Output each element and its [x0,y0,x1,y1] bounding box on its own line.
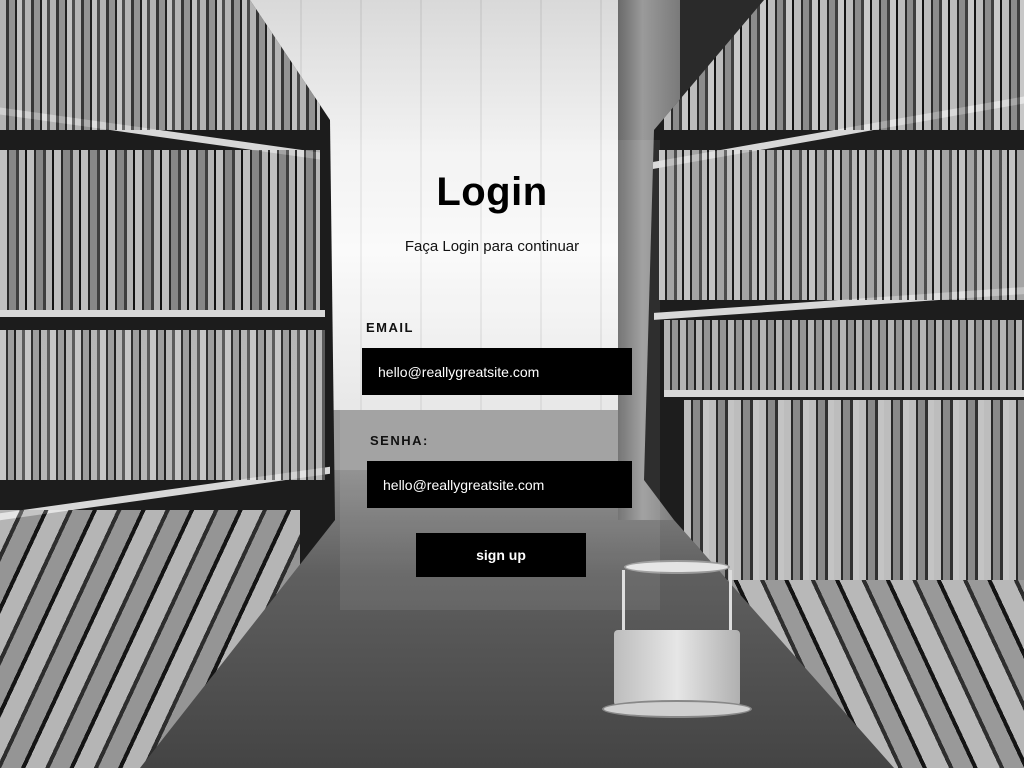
password-field[interactable] [367,461,632,508]
password-label: SENHA: [370,433,429,448]
page-title: Login [436,170,548,214]
page-subtitle: Faça Login para continuar [404,238,580,255]
sign-up-button[interactable]: sign up [416,533,586,577]
login-form: Login Faça Login para continuar EMAIL SE… [0,0,1024,768]
email-field[interactable] [362,348,632,395]
email-label: EMAIL [366,320,414,335]
